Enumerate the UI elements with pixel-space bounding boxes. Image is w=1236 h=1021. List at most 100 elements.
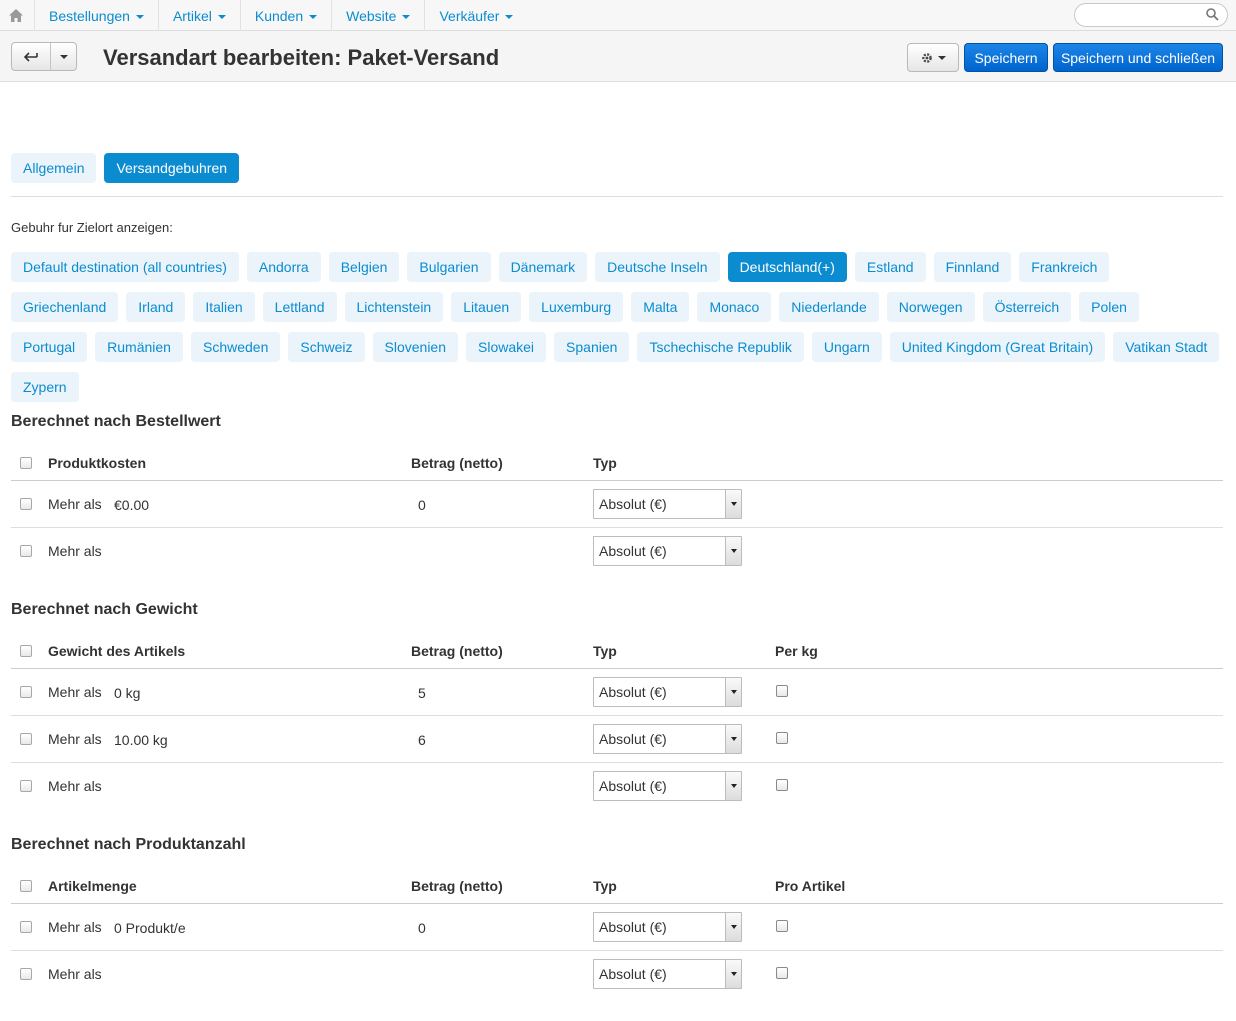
destination-chip[interactable]: Litauen: [451, 292, 522, 322]
destination-chip-active[interactable]: Deutschland(+): [727, 252, 847, 282]
back-dropdown-button[interactable]: [51, 43, 76, 70]
save-and-close-button[interactable]: Speichern und schließen: [1053, 43, 1223, 72]
destination-chip[interactable]: Deutsche Inseln: [595, 252, 720, 282]
destination-chip[interactable]: Luxemburg: [529, 292, 624, 322]
row-checkbox[interactable]: [20, 545, 32, 557]
condition-prefix: Mehr als: [48, 543, 102, 559]
destination-chip[interactable]: Malta: [631, 292, 690, 322]
destination-chip[interactable]: Lichtenstein: [344, 292, 444, 322]
type-select[interactable]: Absolut (€): [593, 489, 742, 519]
row-checkbox[interactable]: [20, 968, 32, 980]
destination-chip[interactable]: Monaco: [697, 292, 772, 322]
type-select[interactable]: Absolut (€): [593, 536, 742, 566]
destination-chip[interactable]: Lettland: [262, 292, 337, 322]
column-header-type: Typ: [593, 878, 617, 894]
destination-chip[interactable]: Rumänien: [95, 332, 183, 362]
search-input[interactable]: [1074, 3, 1228, 27]
back-button[interactable]: [12, 43, 51, 70]
destination-chip[interactable]: Schweiz: [288, 332, 365, 362]
menu-label: Website: [346, 7, 397, 24]
menu-bestellungen[interactable]: Bestellungen: [34, 0, 158, 31]
row-checkbox[interactable]: [20, 780, 32, 792]
destination-chip[interactable]: Bulgarien: [407, 252, 491, 282]
destination-chip[interactable]: Default destination (all countries): [11, 252, 239, 282]
save-button[interactable]: Speichern: [964, 43, 1048, 72]
type-select[interactable]: Absolut (€): [593, 677, 742, 707]
chevron-down-icon: [135, 14, 144, 19]
page-title: Versandart bearbeiten: Paket-Versand: [103, 45, 500, 70]
chevron-down-icon: [725, 772, 741, 800]
type-select-value: Absolut (€): [599, 778, 667, 794]
destination-chip[interactable]: Slowakei: [466, 332, 547, 362]
select-all-checkbox[interactable]: [20, 880, 32, 892]
destination-chip[interactable]: Tschechische Republik: [637, 332, 804, 362]
condition-value[interactable]: 0 kg: [114, 685, 140, 701]
amount-value[interactable]: 0: [418, 920, 426, 936]
row-checkbox[interactable]: [20, 686, 32, 698]
tab-versandgebuhren[interactable]: Versandgebuhren: [104, 153, 240, 183]
destination-chip[interactable]: Irland: [126, 292, 186, 322]
table-row: Mehr als 10.00 kg 6 Absolut (€): [11, 716, 1223, 763]
destination-chip[interactable]: Andorra: [246, 252, 321, 282]
destination-chip[interactable]: Schweden: [190, 332, 281, 362]
per-item-checkbox[interactable]: [776, 920, 788, 932]
condition-value[interactable]: €0.00: [114, 497, 149, 513]
destination-chip[interactable]: Portugal: [11, 332, 88, 362]
type-select[interactable]: Absolut (€): [593, 959, 742, 989]
chevron-down-icon: [725, 725, 741, 753]
chevron-down-icon: [725, 960, 741, 988]
destination-chip[interactable]: United Kingdom (Great Britain): [889, 332, 1106, 362]
destination-chip[interactable]: Italien: [193, 292, 255, 322]
per-kg-checkbox[interactable]: [776, 779, 788, 791]
destination-chip[interactable]: Griechenland: [11, 292, 119, 322]
destination-chip[interactable]: Finnland: [933, 252, 1012, 282]
amount-value[interactable]: 0: [418, 497, 426, 513]
destination-chip[interactable]: Zypern: [11, 372, 79, 402]
per-kg-checkbox[interactable]: [776, 732, 788, 744]
select-all-checkbox[interactable]: [20, 457, 32, 469]
per-item-checkbox[interactable]: [776, 967, 788, 979]
menu-label: Kunden: [254, 7, 304, 24]
destination-chip[interactable]: Dänemark: [498, 252, 588, 282]
section-title-quantity: Berechnet nach Produktanzahl: [11, 836, 246, 853]
destination-chip[interactable]: Spanien: [554, 332, 630, 362]
back-button-group: [11, 42, 77, 71]
destination-chip[interactable]: Österreich: [982, 292, 1072, 322]
destination-chip[interactable]: Vatikan Stadt: [1113, 332, 1220, 362]
per-kg-checkbox[interactable]: [776, 685, 788, 697]
type-select[interactable]: Absolut (€): [593, 771, 742, 801]
menu-artikel[interactable]: Artikel: [157, 0, 240, 31]
destination-chip[interactable]: Estland: [854, 252, 926, 282]
menu-verkaeufer[interactable]: Verkäufer: [424, 0, 527, 31]
amount-value[interactable]: 5: [418, 685, 426, 701]
row-checkbox[interactable]: [20, 921, 32, 933]
row-checkbox[interactable]: [20, 733, 32, 745]
chevron-down-icon: [725, 537, 741, 565]
destination-chip[interactable]: Niederlande: [779, 292, 879, 322]
destination-chip[interactable]: Slovenien: [372, 332, 459, 362]
chevron-down-icon: [217, 14, 226, 19]
menu-website[interactable]: Website: [331, 0, 424, 31]
condition-value[interactable]: 10.00 kg: [114, 732, 168, 748]
destination-chip[interactable]: Ungarn: [811, 332, 882, 362]
table-row: Mehr als 0 Produkt/e 0 Absolut (€): [11, 904, 1223, 951]
condition-prefix: Mehr als: [48, 966, 102, 982]
destination-chip[interactable]: Belgien: [328, 252, 400, 282]
destination-chip[interactable]: Polen: [1079, 292, 1139, 322]
amount-value[interactable]: 6: [418, 732, 426, 748]
destination-chip[interactable]: Frankreich: [1019, 252, 1110, 282]
row-checkbox[interactable]: [20, 498, 32, 510]
top-navigation: Bestellungen Artikel Kunden Website Verk…: [0, 0, 1236, 31]
type-select-value: Absolut (€): [599, 543, 667, 559]
type-select[interactable]: Absolut (€): [593, 912, 742, 942]
tab-allgemein[interactable]: Allgemein: [11, 153, 97, 183]
settings-dropdown-button[interactable]: [907, 43, 959, 72]
menu-kunden[interactable]: Kunden: [239, 0, 331, 31]
condition-value[interactable]: 0 Produkt/e: [114, 920, 186, 936]
destination-chip[interactable]: Norwegen: [886, 292, 975, 322]
type-select[interactable]: Absolut (€): [593, 724, 742, 754]
home-icon[interactable]: [6, 5, 26, 25]
select-all-checkbox[interactable]: [20, 645, 32, 657]
back-arrow-icon: [24, 51, 38, 62]
search-icon[interactable]: [1206, 8, 1219, 24]
